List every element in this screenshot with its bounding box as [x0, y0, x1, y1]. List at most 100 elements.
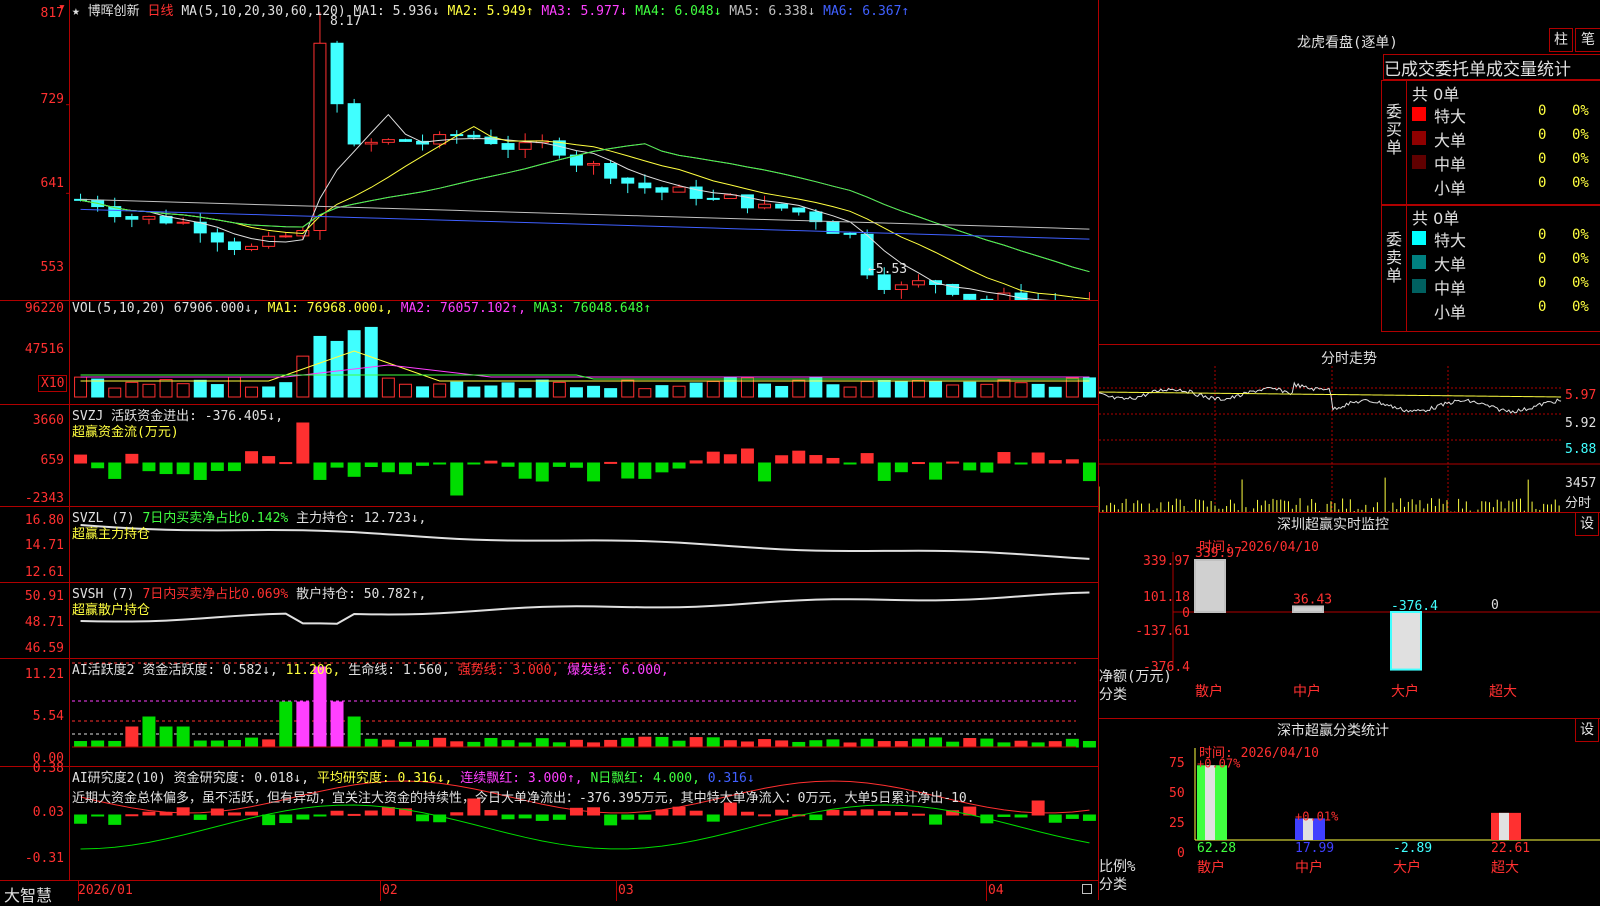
bar	[193, 462, 207, 480]
y-label: 75	[1169, 756, 1185, 771]
sz-monitor-panel[interactable]: 深圳超赢实时监控 设 时间: 2026/04/10 339.97 散户 36.43 中…	[1099, 512, 1600, 719]
bar	[843, 810, 857, 816]
bar	[706, 451, 720, 464]
bar	[330, 462, 344, 468]
bar	[843, 386, 857, 398]
chart-area[interactable]: ★ 博晖创新 日线 MA(5,10,20,30,60,120) MA1: 5.9…	[0, 0, 1098, 905]
bar	[1082, 462, 1096, 482]
bar	[1031, 383, 1045, 398]
y-label: 25	[1169, 816, 1185, 831]
tab-orders[interactable]: 委托单	[1435, 60, 1486, 80]
holding-line	[80, 524, 1090, 560]
price-label: 5.92	[1565, 416, 1597, 431]
star-icon[interactable]: ★	[72, 4, 80, 19]
bar	[911, 738, 925, 748]
tab-executed[interactable]: 已成交	[1384, 60, 1435, 80]
vol-panel[interactable]: VOL(5,10,20) 67906.000↓, MA1: 76968.000↓…	[0, 300, 1098, 405]
bar	[587, 385, 601, 398]
bar	[894, 741, 908, 748]
lock-icon[interactable]	[1082, 884, 1092, 894]
bar	[792, 450, 806, 464]
bar	[689, 737, 703, 748]
ma-item: MA2: 5.949↑	[439, 4, 534, 19]
vol-ma1: MA1: 76968.000↓,	[267, 301, 393, 316]
bar	[262, 386, 276, 398]
ai-research-panel[interactable]: AI研究度2(10) 资金研究度: 0.018↓, 平均研究度: 0.316↓,…	[0, 761, 1098, 881]
candle-body	[347, 103, 361, 145]
stock-name[interactable]: 博晖创新	[88, 4, 140, 19]
sz-class-svg: +0.07% 62.28 散户 +0.01% 17.99 中户 -2.89 大户 22.61 超大	[1194, 748, 1600, 876]
bar	[108, 387, 122, 398]
kline-svg	[66, 12, 1090, 300]
bar	[450, 812, 464, 816]
y-label: 14.71	[24, 538, 64, 553]
bar	[450, 381, 464, 398]
bar	[552, 462, 566, 467]
date-bar[interactable]: 大智慧 2026/01 02 03 04	[0, 880, 1098, 905]
bar	[467, 386, 481, 398]
bar	[91, 814, 105, 817]
category-label: 散户	[1197, 859, 1225, 876]
intraday-vol-unit: 分时	[1565, 496, 1592, 511]
svsh-panel[interactable]: SVSH (7) 7日内买卖净占比0.069% 散户持仓: 50.782↑, 超…	[0, 582, 1098, 659]
right-panel[interactable]: 龙虎看盘(逐单) 柱 笔 已成交委托单成交量统计 委买单 共 0单 特大 0 0% 大…	[1099, 0, 1600, 900]
order-count: 0	[1538, 227, 1547, 243]
bar	[518, 742, 532, 748]
bar	[210, 740, 224, 748]
bar	[1014, 740, 1028, 748]
ma-item: MA4: 6.048↓	[627, 4, 722, 19]
bar	[364, 326, 378, 398]
date-label: 2026/01	[78, 883, 133, 898]
tick-mode-button[interactable]: 笔	[1575, 28, 1600, 52]
bar	[826, 739, 840, 748]
class-bar-highlight	[1205, 765, 1215, 840]
bar	[347, 462, 361, 477]
ai-active-panel[interactable]: AI活跃度2 资金活跃度: 0.582↓, 11.206, 生命线: 1.560…	[0, 658, 1098, 767]
tab-volume-stats[interactable]: 成交量统计	[1486, 60, 1571, 80]
bar	[569, 739, 583, 748]
kline-panel[interactable]: ★ 博晖创新 日线 MA(5,10,20,30,60,120) MA1: 5.9…	[0, 0, 1098, 300]
bar	[809, 376, 823, 398]
bar	[723, 740, 737, 748]
candle-body	[245, 245, 259, 251]
bar	[946, 384, 960, 398]
lhkp-panel[interactable]: 龙虎看盘(逐单) 柱 笔 已成交委托单成交量统计 委买单 共 0单 特大 0 0% 大…	[1099, 0, 1600, 345]
bar	[535, 379, 549, 398]
sz-class-panel[interactable]: 深市超赢分类统计 设 时间: 2026/04/10 +0.07% 62.28 散户 +…	[1099, 718, 1600, 900]
bar	[587, 462, 601, 482]
order-pct: 0%	[1572, 275, 1589, 291]
bar	[381, 462, 395, 473]
bar	[381, 806, 395, 816]
bar	[655, 385, 669, 398]
bar	[672, 806, 686, 816]
svzj-panel[interactable]: SVZJ 活跃资金进出: -376.405↓, 超赢资金流(万元) 3660 6…	[0, 404, 1098, 507]
bar	[929, 814, 943, 825]
svzl-panel[interactable]: SVZL (7) 7日内买卖净占比0.142% 主力持仓: 12.723↓, 超…	[0, 506, 1098, 583]
ai-research-comment: 近期大资金总体偏多，虽不活跃，但有异动，宜关注大资金的持续性，今日大单净流出：-…	[72, 791, 975, 806]
bar	[142, 716, 156, 748]
bar	[398, 383, 412, 398]
bar	[911, 379, 925, 398]
bar	[723, 454, 737, 464]
candle-body	[125, 216, 139, 220]
ma-item: MA5: 6.338↓	[721, 4, 816, 19]
bar	[416, 462, 430, 466]
lhkp-tabs[interactable]: 已成交委托单成交量统计	[1383, 54, 1600, 80]
y-label: 0.03	[32, 805, 64, 820]
bar	[655, 736, 669, 748]
bar	[330, 340, 344, 398]
bar	[535, 738, 549, 748]
candle-body	[911, 280, 925, 286]
period-label[interactable]: 日线	[148, 4, 174, 19]
ai-research-legend-c: 平均研究度: 0.316↓,	[316, 771, 453, 786]
bar	[689, 382, 703, 398]
candle-body	[672, 186, 686, 193]
vol-ma3: MA3: 76048.648↑	[533, 301, 652, 316]
bar	[484, 385, 498, 398]
ma-item: MA3: 5.977↓	[533, 4, 628, 19]
bar	[159, 379, 173, 398]
bar-mode-button[interactable]: 柱	[1549, 28, 1573, 52]
intraday-panel[interactable]: 分时走势 5.97 5.92 5.88 3457 分时	[1099, 344, 1600, 513]
candle-body	[963, 293, 977, 300]
bar	[638, 462, 652, 479]
